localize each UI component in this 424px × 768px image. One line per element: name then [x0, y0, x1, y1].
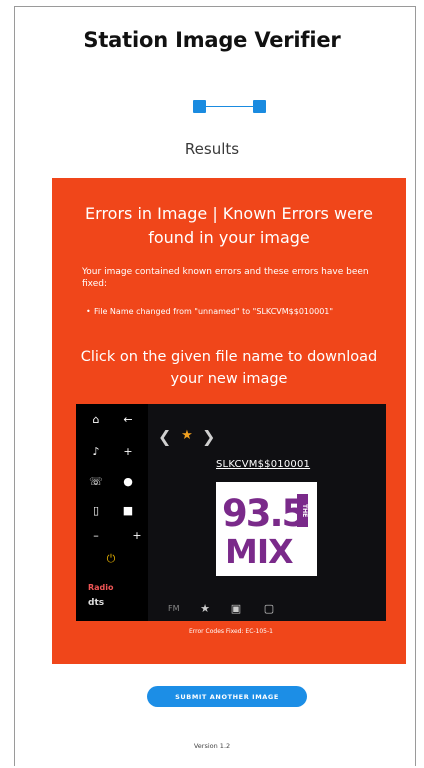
download-prompt: Click on the given file name to download… — [80, 349, 378, 387]
favorite-star-icon: ★ — [181, 428, 193, 443]
logo-frequency: 93.5 — [222, 492, 307, 535]
logo-the: THE — [297, 494, 308, 527]
version-label: Version 1.2 — [193, 742, 231, 750]
download-file-link[interactable]: SLKCVM$$010001 — [216, 459, 310, 470]
star-icon: ★ — [200, 602, 210, 615]
page-title: Station Image Verifier — [83, 28, 341, 52]
band-label: FM — [168, 604, 180, 613]
power-icon: ⏻ — [106, 552, 116, 565]
phone-screen-icon: ▯ — [92, 504, 100, 517]
location-icon: ● — [123, 475, 133, 488]
car-icon: ■ — [122, 504, 134, 517]
person-add-icon: + — [123, 445, 133, 458]
plus-icon: + — [132, 529, 142, 542]
back-icon: ← — [123, 413, 133, 426]
error-heading: Errors in Image | Known Errors were foun… — [85, 204, 373, 247]
step-label: Results — [184, 140, 240, 158]
error-code-note: Error Codes Fixed: EC-105-1 — [189, 628, 273, 635]
prev-station-icon: ❮ — [158, 427, 172, 446]
error-description: Your image contained known errors and th… — [82, 267, 369, 289]
hd-radio-label: Radio — [88, 583, 114, 592]
step-connector — [206, 106, 253, 107]
fix-list-item: • File Name changed from "unnamed" to "S… — [86, 306, 356, 317]
dts-label: dts — [88, 598, 105, 608]
settings-icon: ▢ — [263, 602, 275, 615]
next-station-icon: ❯ — [202, 427, 216, 446]
favorites-icon: ▣ — [230, 602, 242, 615]
station-logo: 93.5 THE MIX — [216, 482, 317, 576]
music-icon: ♪ — [92, 445, 100, 458]
phone-icon: ☏ — [89, 475, 103, 488]
bullet-icon: • — [86, 307, 91, 316]
home-icon: ⌂ — [92, 413, 100, 426]
fix-text: File Name changed from "unnamed" to "SLK… — [94, 307, 334, 316]
logo-word: MIX — [225, 532, 294, 571]
step-indicator — [193, 100, 268, 114]
step-dot-1 — [193, 100, 206, 113]
step-dot-2 — [253, 100, 266, 113]
submit-another-image-button[interactable]: SUBMIT ANOTHER IMAGE — [147, 686, 307, 707]
minus-icon: – — [93, 529, 99, 542]
